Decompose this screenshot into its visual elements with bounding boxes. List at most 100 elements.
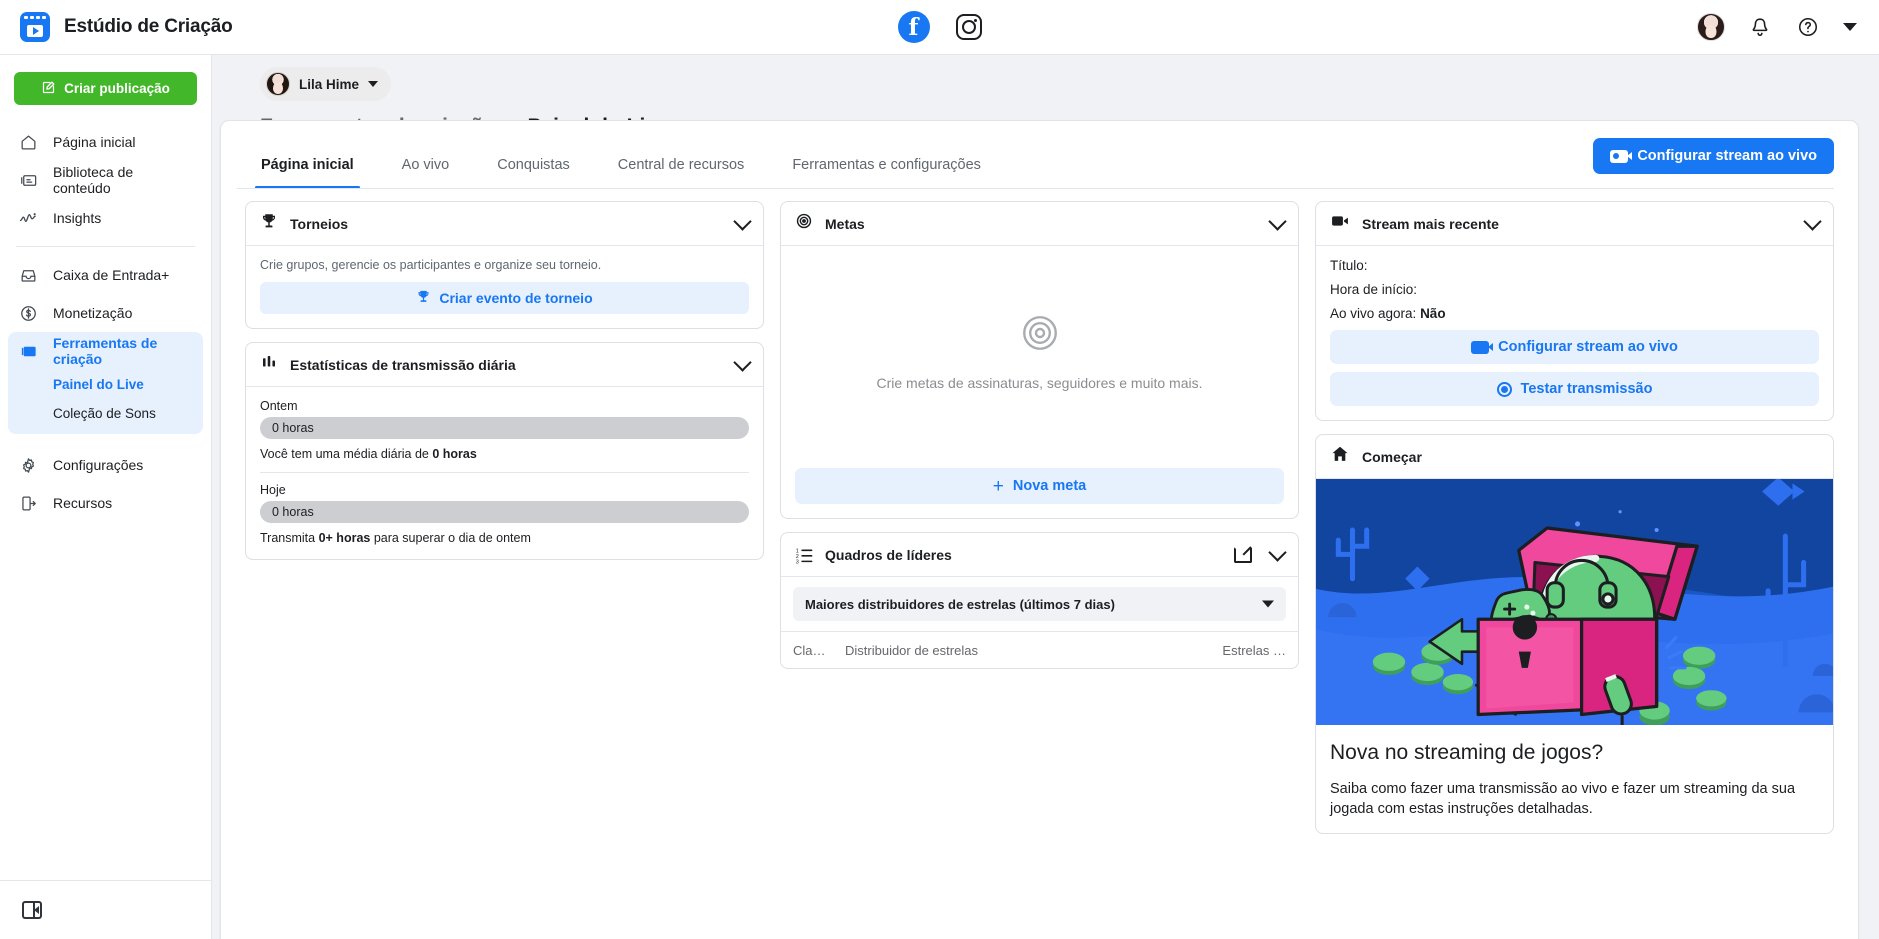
latest-stream-panel-body: Título: Hora de início: Ao vivo agora: N… [1316, 246, 1833, 420]
goals-empty-text: Crie metas de assinaturas, seguidores e … [876, 375, 1202, 391]
instagram-icon[interactable] [956, 14, 982, 40]
chevron-down-icon[interactable] [733, 353, 751, 371]
app-title: Estúdio de Criação [64, 16, 233, 38]
insights-icon [18, 208, 38, 228]
tab-home[interactable]: Página inicial [237, 157, 378, 189]
sidebar-item-creator-tools[interactable]: Ferramentas de criação Painel do Live Co… [8, 332, 203, 434]
get-started-panel: Começar [1315, 434, 1834, 834]
column-right: Stream mais recente Título: Hora de iníc… [1315, 201, 1834, 834]
get-started-illustration [1316, 479, 1833, 725]
yesterday-label: Ontem [260, 399, 749, 413]
divider [260, 472, 749, 473]
tab-achievements[interactable]: Conquistas [473, 157, 594, 189]
goals-empty-state: Crie metas de assinaturas, seguidores e … [781, 246, 1298, 456]
account-menu-chevron-down-icon[interactable] [1843, 23, 1857, 31]
main-region: Lila Hime Ferramentas de criação › Paine… [212, 55, 1879, 939]
sidebar-item-monetization[interactable]: Monetização [8, 294, 203, 332]
collapse-sidebar-icon[interactable] [22, 901, 42, 919]
daily-stats-panel-header: Estatísticas de transmissão diária [246, 343, 763, 387]
video-camera-icon [1610, 150, 1628, 163]
app-root: Estúdio de Criação f [0, 0, 1879, 939]
gear-icon [18, 455, 38, 475]
sidebar-subitem-live-dashboard[interactable]: Painel do Live [8, 370, 203, 399]
profile-name: Lila Hime [299, 77, 359, 92]
external-link-icon[interactable] [1234, 546, 1251, 563]
sidebar-item-insights[interactable]: Insights [8, 199, 203, 237]
today-note-value: 0+ horas [319, 531, 371, 545]
dollar-icon [18, 303, 38, 323]
stream-title-row: Título: [1330, 258, 1819, 273]
platform-switcher: f [840, 11, 1040, 43]
brand[interactable]: Estúdio de Criação [0, 12, 260, 42]
svg-text:3: 3 [796, 559, 799, 565]
page-header: Lila Hime [212, 55, 1879, 101]
sidebar-item-label: Página inicial [53, 134, 136, 150]
get-started-panel-header: Começar [1316, 435, 1833, 479]
tab-tools-settings[interactable]: Ferramentas e configurações [768, 157, 1005, 189]
leaderboard-filter-wrap: Maiores distribuidores de estrelas (últi… [781, 577, 1298, 632]
trophy-icon [260, 212, 278, 235]
setup-live-stream-label: Configurar stream ao vivo [1637, 148, 1817, 164]
tab-bar: Página inicial Ao vivo Conquistas Centra… [221, 121, 1858, 189]
setup-live-stream-button[interactable]: Configurar stream ao vivo [1593, 138, 1834, 174]
inbox-icon [18, 265, 38, 285]
sidebar-item-content-library[interactable]: Biblioteca de conteúdo [8, 161, 203, 199]
help-icon[interactable] [1795, 14, 1821, 40]
today-note-prefix: Transmita [260, 531, 319, 545]
new-goal-button[interactable]: + Nova meta [795, 468, 1284, 504]
chevron-down-icon[interactable] [1268, 543, 1286, 561]
chevron-down-icon[interactable] [1268, 212, 1286, 230]
sidebar-item-home[interactable]: Página inicial [8, 123, 203, 161]
column-header-stars: Estrelas … [1222, 643, 1286, 658]
sidebar-group-header[interactable]: Ferramentas de criação [8, 332, 203, 370]
sidebar-footer [0, 880, 211, 939]
setup-live-stream-label: Configurar stream ao vivo [1498, 339, 1678, 355]
sidebar-item-settings[interactable]: Configurações [8, 446, 203, 484]
video-camera-icon [1471, 341, 1489, 354]
chevron-down-icon[interactable] [1803, 212, 1821, 230]
target-icon [1019, 312, 1061, 359]
tournaments-panel-header: Torneios [246, 202, 763, 246]
tournaments-panel-body: Crie grupos, gerencie os participantes e… [246, 246, 763, 328]
setup-live-stream-button[interactable]: Configurar stream ao vivo [1330, 330, 1819, 364]
create-tournament-button[interactable]: Criar evento de torneio [260, 282, 749, 314]
stream-live-now-row: Ao vivo agora: Não [1330, 306, 1819, 321]
sidebar-item-resources[interactable]: Recursos [8, 484, 203, 522]
column-middle: Metas Cri [780, 201, 1299, 669]
bell-icon[interactable] [1747, 14, 1773, 40]
trophy-icon [416, 289, 431, 307]
create-post-button[interactable]: Criar publicação [14, 72, 197, 105]
sidebar-subitem-sound-collection[interactable]: Coleção de Sons [8, 399, 203, 428]
goals-panel-header: Metas [781, 202, 1298, 246]
stream-start-time-row: Hora de início: [1330, 282, 1819, 297]
create-tournament-label: Criar evento de torneio [439, 290, 592, 306]
avatar[interactable] [1697, 13, 1725, 41]
home-filled-icon [1330, 444, 1350, 469]
tab-resource-center[interactable]: Central de recursos [594, 157, 769, 189]
chevron-down-icon [1262, 601, 1274, 608]
test-broadcast-button[interactable]: Testar transmissão [1330, 372, 1819, 406]
tab-live[interactable]: Ao vivo [378, 157, 474, 189]
profile-selector[interactable]: Lila Hime [260, 67, 391, 101]
leaderboard-filter-select[interactable]: Maiores distribuidores de estrelas (últi… [793, 587, 1286, 621]
goals-panel: Metas Cri [780, 201, 1299, 519]
sidebar-item-label: Monetização [53, 305, 132, 321]
today-label: Hoje [260, 483, 749, 497]
leaderboard-table-header: Cla… Distribuidor de estrelas Estrelas … [781, 632, 1298, 668]
tournaments-panel: Torneios Crie grupos, gerencie os partic… [245, 201, 764, 329]
compose-icon [41, 80, 56, 98]
column-header-distributor: Distribuidor de estrelas [845, 643, 1222, 658]
chevron-down-icon[interactable] [733, 212, 751, 230]
record-icon [1497, 382, 1512, 397]
get-started-body: Nova no streaming de jogos? Saiba como f… [1316, 725, 1833, 833]
sidebar: Criar publicação Página inicial [0, 55, 212, 939]
library-icon [18, 170, 38, 190]
sidebar-item-inbox[interactable]: Caixa de Entrada+ [8, 256, 203, 294]
column-left: Torneios Crie grupos, gerencie os partic… [245, 201, 764, 560]
today-note: Transmita 0+ horas para superar o dia de… [260, 531, 749, 545]
tabs: Página inicial Ao vivo Conquistas Centra… [237, 137, 1005, 189]
average-note: Você tem uma média diária de 0 horas [260, 447, 749, 461]
facebook-icon[interactable]: f [898, 11, 930, 43]
column-header-rank: Cla… [793, 643, 845, 658]
get-started-hero-title: Nova no streaming de jogos? [1330, 741, 1819, 765]
